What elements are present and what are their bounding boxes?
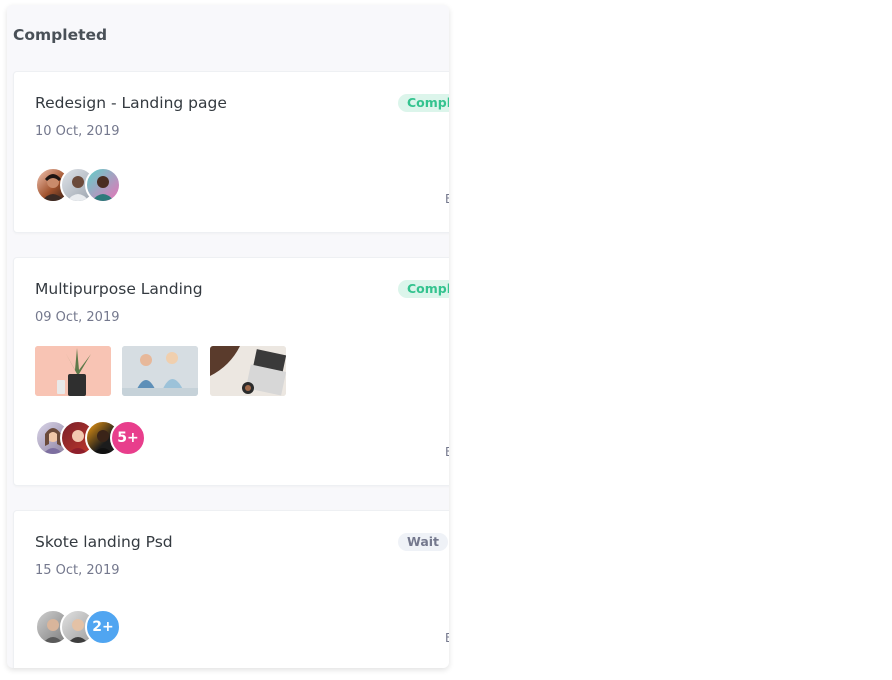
task-title[interactable]: Multipurpose Landing <box>35 280 203 298</box>
task-date: 09 Oct, 2019 <box>35 310 120 325</box>
more-members-badge[interactable]: 5+ <box>110 420 146 456</box>
more-members-badge[interactable]: 2+ <box>85 609 121 645</box>
plant-image-thumbnail[interactable] <box>35 346 111 396</box>
completed-column: Completed Redesign - Landing page 10 Oct… <box>7 5 449 668</box>
status-badge: Wait <box>398 533 449 551</box>
column-title: Completed <box>13 26 108 44</box>
task-card[interactable]: Multipurpose Landing 09 Oct, 2019 Compl <box>13 257 449 486</box>
edge-text: E <box>445 192 449 206</box>
task-card[interactable]: Skote landing Psd 15 Oct, 2019 Wait 2+ E <box>13 510 449 668</box>
people-image-thumbnail[interactable] <box>122 346 198 396</box>
edge-text: E <box>445 631 449 645</box>
laptop-image-thumbnail[interactable] <box>210 346 286 396</box>
avatar[interactable] <box>85 167 121 203</box>
status-badge: Compl <box>398 280 449 298</box>
task-date: 10 Oct, 2019 <box>35 124 120 139</box>
task-title[interactable]: Skote landing Psd <box>35 533 173 551</box>
task-title[interactable]: Redesign - Landing page <box>35 94 227 112</box>
status-badge: Compl <box>398 94 449 112</box>
edge-text: E <box>445 445 449 459</box>
task-card[interactable]: Redesign - Landing page 10 Oct, 2019 Com… <box>13 71 449 233</box>
task-date: 15 Oct, 2019 <box>35 563 120 578</box>
